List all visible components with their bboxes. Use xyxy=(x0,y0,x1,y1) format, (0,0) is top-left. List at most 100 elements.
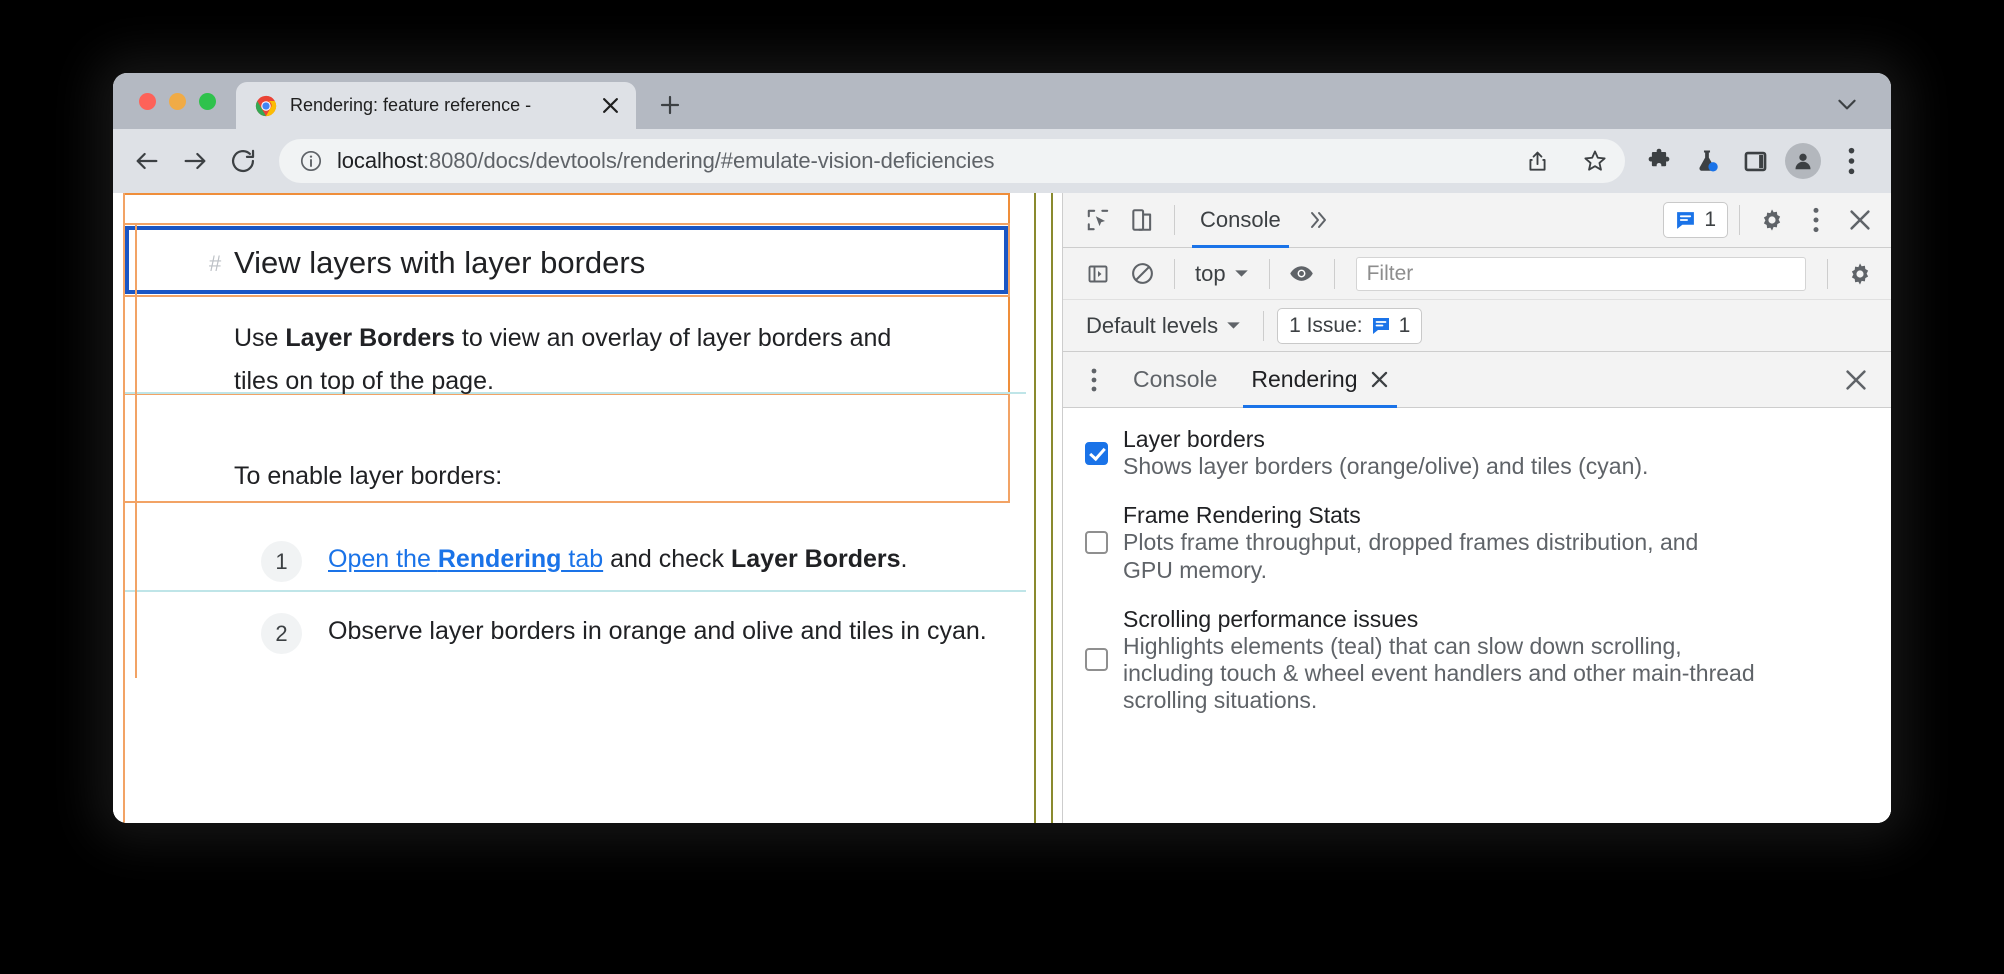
devtools-panel: Console 1 top Filter Default levels 1 Is… xyxy=(1062,193,1891,823)
drawer-close-icon[interactable] xyxy=(1835,359,1877,401)
issues-summary-label: 1 Issue: xyxy=(1289,313,1363,337)
rendering-option-scrolling-performance-issues[interactable]: Scrolling performance issues Highlights … xyxy=(1085,606,1869,715)
toolbar-divider xyxy=(1827,258,1828,289)
rendering-option-layer-borders[interactable]: Layer borders Shows layer borders (orang… xyxy=(1085,426,1869,480)
puzzle-piece-icon[interactable] xyxy=(1637,139,1681,183)
web-page-content: # View layers with layer borders Use Lay… xyxy=(113,193,1062,823)
tab-close-icon[interactable] xyxy=(597,93,623,119)
toolbar-divider xyxy=(1739,205,1740,235)
console-levels-row: Default levels 1 Issue: 1 xyxy=(1063,300,1891,352)
inspect-element-icon[interactable] xyxy=(1077,199,1119,241)
issues-count: 1 xyxy=(1704,208,1716,231)
traffic-lights xyxy=(113,73,236,129)
list-item-text: Observe layer borders in orange and oliv… xyxy=(328,617,987,645)
side-panel-icon[interactable] xyxy=(1733,139,1777,183)
viewport: # View layers with layer borders Use Lay… xyxy=(113,193,1891,823)
option-description: Shows layer borders (orange/olive) and t… xyxy=(1123,453,1649,480)
drawer-tab-rendering[interactable]: Rendering xyxy=(1235,352,1404,408)
tab-console[interactable]: Console xyxy=(1186,193,1295,248)
console-toolbar: top xyxy=(1063,248,1891,300)
back-arrow-icon[interactable] xyxy=(125,139,169,183)
option-description: Plots frame throughput, dropped frames d… xyxy=(1123,529,1699,583)
layer-border-olive-vertical-2 xyxy=(1051,193,1053,823)
layer-border-olive-vertical xyxy=(1034,193,1036,823)
log-levels-label: Default levels xyxy=(1086,312,1219,338)
share-icon[interactable] xyxy=(1515,139,1559,183)
clear-console-icon[interactable] xyxy=(1121,253,1163,295)
toolbar-divider xyxy=(1263,310,1265,341)
rendering-option-frame-rendering-stats[interactable]: Frame Rendering Stats Plots frame throug… xyxy=(1085,502,1869,583)
frame-rendering-stats-checkbox[interactable] xyxy=(1085,531,1108,555)
window-maximize-button[interactable] xyxy=(199,92,216,110)
link-bold: Rendering xyxy=(437,545,562,573)
drawer-tab-label: Rendering xyxy=(1251,366,1358,392)
step1-after-bold: Layer Borders xyxy=(731,545,901,573)
issue-badge-icon xyxy=(1675,210,1696,231)
device-toolbar-icon[interactable] xyxy=(1121,199,1163,241)
drawer-menu-three-dot-icon[interactable] xyxy=(1073,359,1115,401)
issues-summary-chip[interactable]: 1 Issue: 1 xyxy=(1277,307,1423,344)
link-post: tab xyxy=(561,545,604,573)
console-filter-input[interactable] xyxy=(1355,256,1806,291)
list-item: 1 Open the Rendering tab and check Layer… xyxy=(261,541,1021,582)
avatar-icon[interactable] xyxy=(1781,139,1825,183)
layer-border-left-rail xyxy=(123,193,125,823)
list-number: 2 xyxy=(261,613,302,654)
rendering-tab-link[interactable]: Open the Rendering tab xyxy=(328,545,603,573)
url-path: :8080/docs/devtools/rendering/#emulate-v… xyxy=(422,148,995,173)
drawer-tab-console[interactable]: Console xyxy=(1117,352,1233,408)
console-sidebar-icon[interactable] xyxy=(1077,253,1119,295)
new-tab-button[interactable] xyxy=(650,85,690,125)
gear-icon[interactable] xyxy=(1751,199,1793,241)
browser-toolbar: localhost:8080/docs/devtools/rendering/#… xyxy=(113,129,1891,193)
option-title: Scrolling performance issues xyxy=(1123,605,1419,632)
para1-pre: Use xyxy=(234,324,286,352)
tile-border-2 xyxy=(123,590,1026,592)
url-host: localhost xyxy=(337,148,423,173)
option-title: Layer borders xyxy=(1123,426,1265,452)
star-icon[interactable] xyxy=(1573,139,1617,183)
window-close-button[interactable] xyxy=(139,92,156,110)
address-bar[interactable]: localhost:8080/docs/devtools/rendering/#… xyxy=(279,139,1625,183)
toolbar-divider xyxy=(1333,258,1335,289)
option-description: Highlights elements (teal) that can slow… xyxy=(1123,632,1755,713)
execution-context-selector[interactable]: top xyxy=(1186,261,1258,287)
three-dot-menu-icon[interactable] xyxy=(1829,139,1873,183)
toolbar-divider xyxy=(1174,205,1175,235)
log-levels-selector[interactable]: Default levels xyxy=(1077,313,1250,339)
info-circle-icon[interactable] xyxy=(299,149,323,173)
step1-after-pre: and check xyxy=(603,545,731,573)
scrolling-performance-issues-checkbox[interactable] xyxy=(1085,648,1108,672)
page-heading: View layers with layer borders xyxy=(234,245,646,280)
flask-icon[interactable] xyxy=(1685,139,1729,183)
toolbar-divider xyxy=(1174,258,1175,289)
tab-strip: Rendering: feature reference - xyxy=(113,73,1891,129)
browser-tab[interactable]: Rendering: feature reference - xyxy=(236,82,636,129)
devtools-main-toolbar: Console 1 xyxy=(1063,193,1891,248)
link-pre: Open the xyxy=(328,545,438,573)
context-label: top xyxy=(1195,260,1226,286)
window-minimize-button[interactable] xyxy=(169,92,186,110)
layer-border-left-rail-2 xyxy=(135,223,137,678)
toolbar-divider xyxy=(1268,258,1270,289)
chevron-down-icon xyxy=(1226,318,1241,333)
close-devtools-icon[interactable] xyxy=(1839,199,1881,241)
list-item-text: Open the Rendering tab and check Layer B… xyxy=(328,541,907,574)
chevron-down-icon xyxy=(1234,266,1249,281)
live-expression-eye-icon[interactable] xyxy=(1281,253,1323,295)
chevron-double-right-icon[interactable] xyxy=(1297,199,1339,241)
para2-text: To enable layer borders: xyxy=(234,462,503,490)
layer-borders-checkbox[interactable] xyxy=(1085,441,1108,465)
tab-search-chevron-down-icon[interactable] xyxy=(1831,88,1863,120)
issues-badge[interactable]: 1 xyxy=(1663,202,1728,238)
forward-arrow-icon[interactable] xyxy=(173,139,217,183)
drawer-tab-close-icon[interactable] xyxy=(1370,370,1389,389)
rendering-panel-body: Layer borders Shows layer borders (orang… xyxy=(1063,408,1891,823)
issue-badge-icon xyxy=(1371,316,1391,336)
reload-icon[interactable] xyxy=(221,139,265,183)
three-dot-menu-icon[interactable] xyxy=(1795,199,1837,241)
console-settings-gear-icon[interactable] xyxy=(1839,253,1881,295)
heading-anchor-hash[interactable]: # xyxy=(209,251,221,277)
page-paragraph-2: To enable layer borders: xyxy=(234,455,934,498)
tab-title: Rendering: feature reference - xyxy=(290,95,532,115)
